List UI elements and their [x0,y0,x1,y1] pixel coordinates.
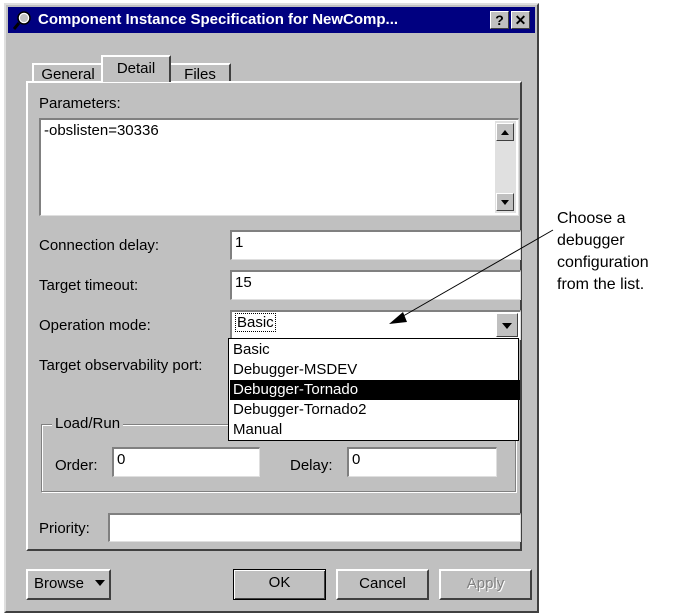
tab-detail[interactable]: Detail [101,55,171,82]
tab-detail-label: Detail [116,60,156,77]
annotation-arrow [389,229,554,324]
